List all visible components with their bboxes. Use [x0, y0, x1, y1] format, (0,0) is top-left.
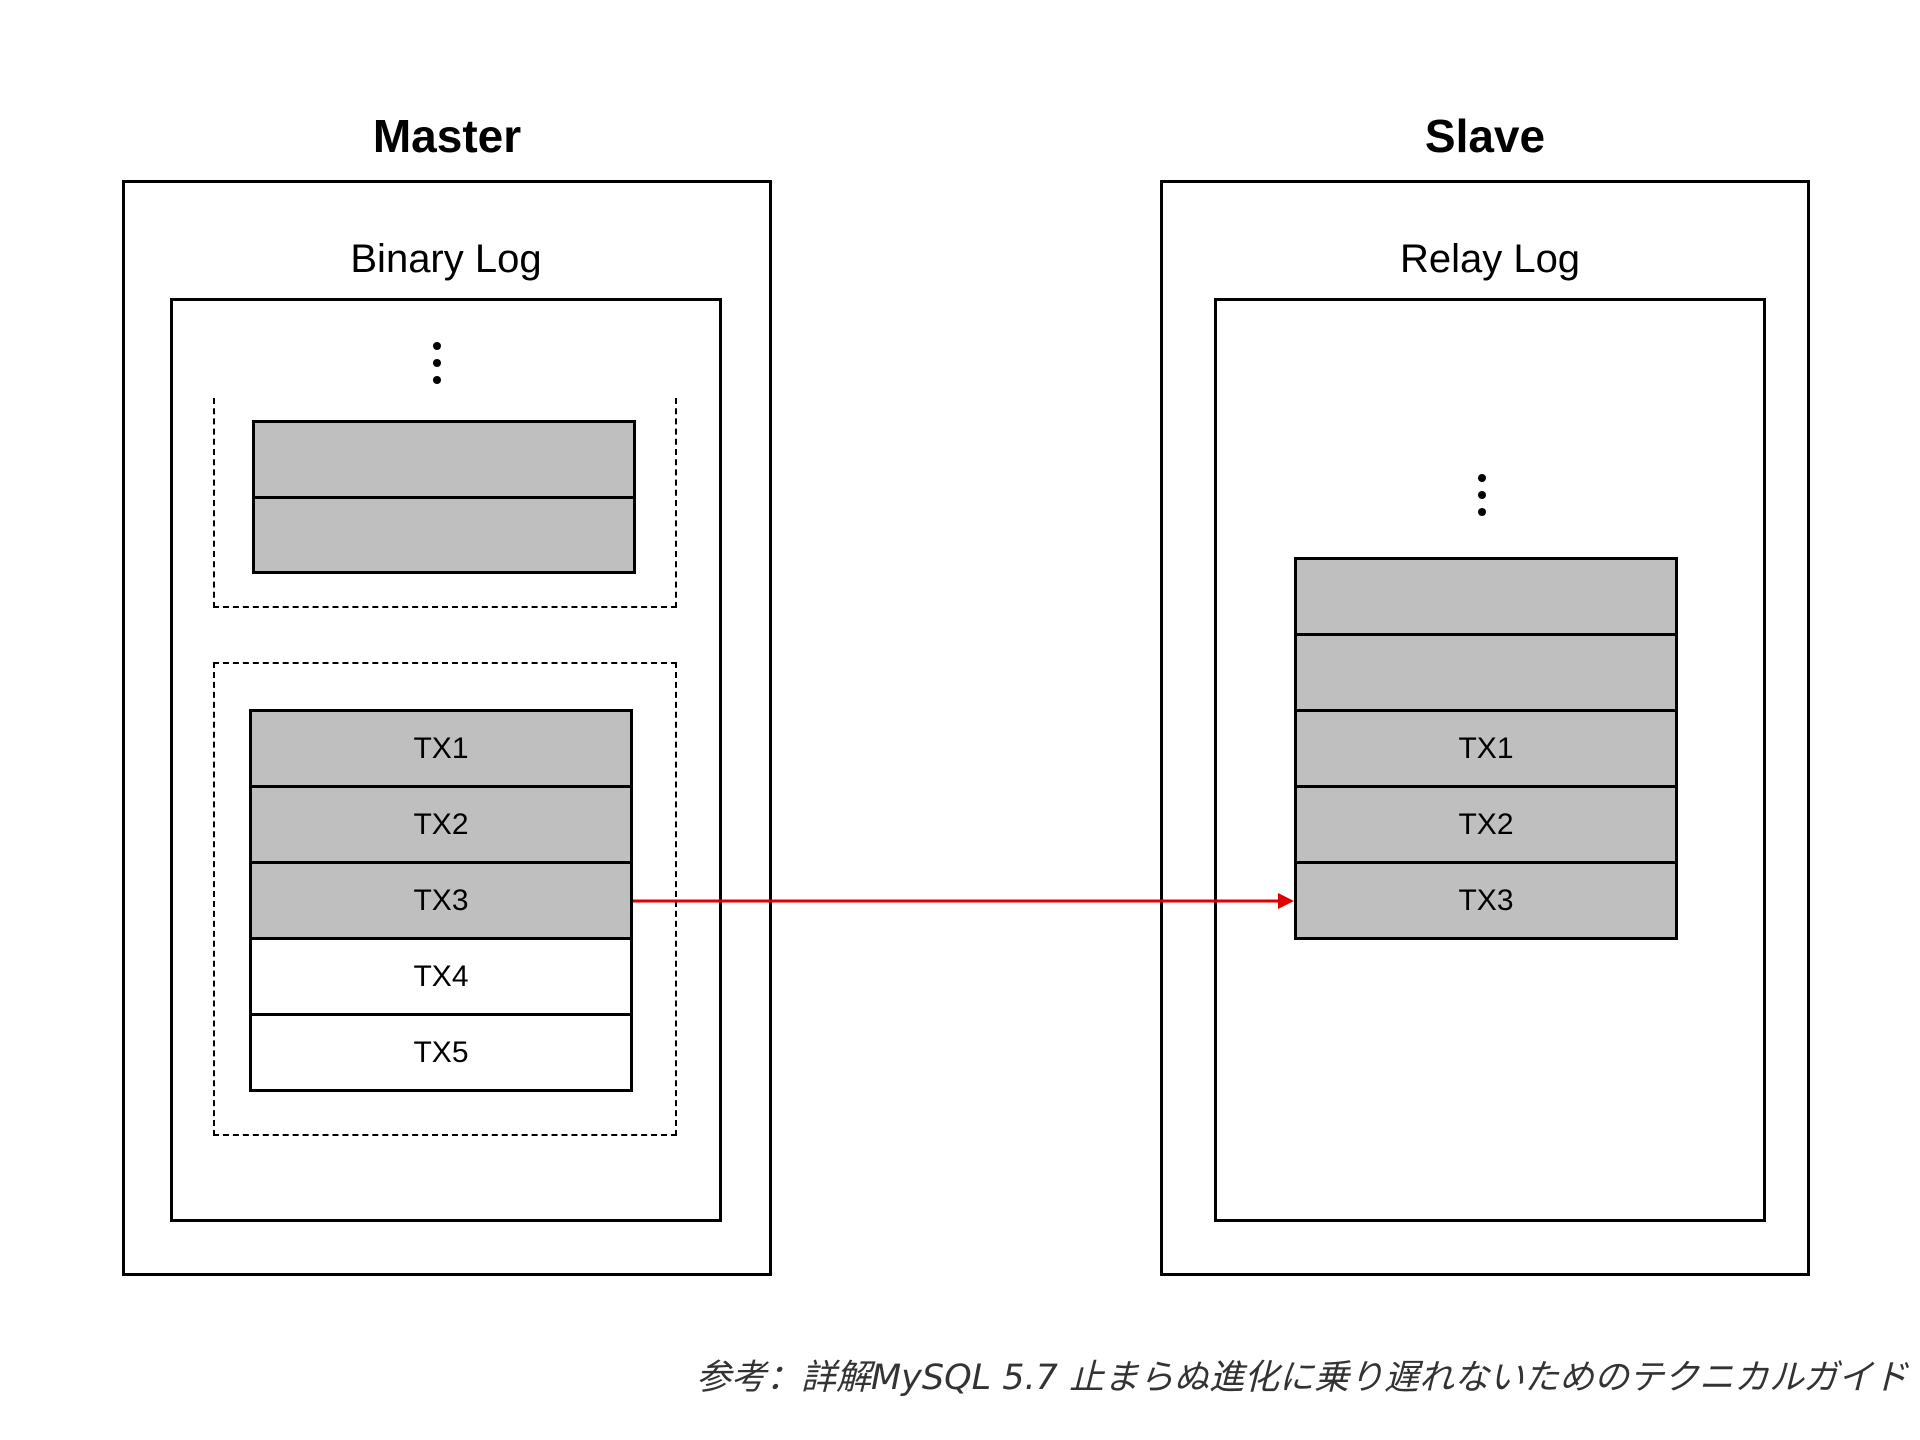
relay-entry-cell	[1297, 633, 1675, 709]
binary-log-ellipsis-icon	[428, 342, 448, 386]
transaction-cell-tx3: TX3	[252, 861, 630, 937]
binary-log-title: Binary Log	[350, 237, 542, 281]
binary-log-earlier-stack	[252, 420, 636, 574]
slave-title: Slave	[1424, 110, 1546, 162]
transaction-cell-tx4: TX4	[252, 937, 630, 1013]
reference-caption: 参考：詳解MySQL 5.7 止まらぬ進化に乗り遅れないためのテクニカルガイド	[695, 1358, 1908, 1398]
relay-transaction-cell-tx3: TX3	[1297, 861, 1675, 937]
transaction-cell-tx1: TX1	[252, 712, 630, 785]
transaction-cell-tx2: TX2	[252, 785, 630, 861]
relay-entry-cell	[1297, 560, 1675, 633]
binary-log-transaction-stack: TX1 TX2 TX3 TX4 TX5	[249, 709, 633, 1092]
relay-transaction-cell-tx1: TX1	[1297, 709, 1675, 785]
relay-log-title: Relay Log	[1399, 237, 1581, 281]
log-entry-cell	[255, 423, 633, 496]
relay-log-ellipsis-icon	[1473, 474, 1493, 518]
master-title: Master	[372, 110, 522, 162]
log-entry-cell	[255, 495, 633, 571]
relay-log-transaction-stack: TX1 TX2 TX3	[1294, 557, 1678, 940]
transaction-cell-tx5: TX5	[252, 1013, 630, 1089]
relay-transaction-cell-tx2: TX2	[1297, 785, 1675, 861]
